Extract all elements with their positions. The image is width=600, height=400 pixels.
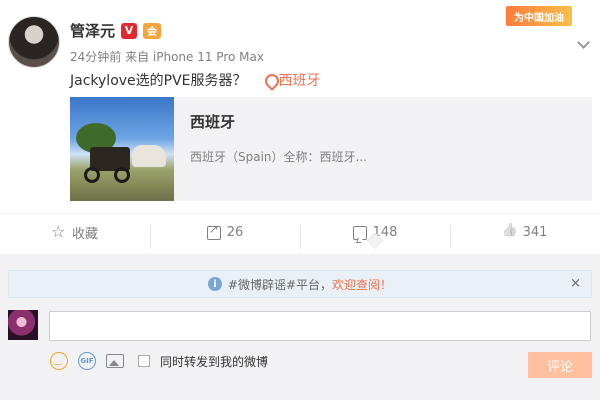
photo-horse (132, 145, 166, 167)
location-label: 西班牙 (278, 73, 321, 89)
close-icon[interactable]: × (570, 276, 581, 291)
author-name[interactable]: 管泽元 (70, 20, 115, 41)
notice-text: #微博辟谣#平台， (227, 277, 333, 292)
post-text: Jackylove选的PVE服务器？ (70, 73, 247, 89)
pin-icon (265, 74, 275, 86)
share-icon (206, 222, 221, 240)
share-count: 26 (226, 225, 244, 240)
location-card[interactable]: 西班牙 西班牙（Spain）全称：西班牙... (70, 97, 592, 201)
card-title: 西班牙 (190, 113, 236, 131)
rumor-notice: i #微博辟谣#平台， 欢迎查阅！ × (8, 270, 592, 298)
like-count: 341 (522, 225, 548, 240)
promo-badge[interactable]: 为中国加油 (504, 4, 574, 28)
like-icon (503, 226, 517, 240)
comment-tools: GIF 同时转发到我的微博 (50, 352, 268, 370)
forward-label: 同时转发到我的微博 (160, 354, 269, 369)
verified-badge[interactable]: V (121, 22, 138, 39)
author-row: 管泽元 V 会 (70, 20, 162, 41)
comment-area: i #微博辟谣#平台， 欢迎查阅！ × GIF 同时转发到我的微博 评论 (0, 254, 600, 400)
comment-icon (352, 225, 367, 240)
info-icon: i (207, 277, 222, 291)
emoji-icon[interactable] (50, 352, 68, 370)
member-badge[interactable]: 会 (143, 22, 162, 39)
current-user-avatar[interactable] (8, 310, 38, 340)
chevron-down-icon[interactable] (577, 36, 590, 49)
post-body: Jackylove选的PVE服务器？ 西班牙 (70, 70, 321, 90)
favorite-button[interactable]: 收藏 (0, 222, 150, 243)
comment-input[interactable] (49, 311, 591, 341)
photo-wheel (114, 167, 130, 183)
author-avatar[interactable] (8, 16, 60, 68)
comment-button[interactable]: 148 (300, 225, 450, 250)
submit-comment-button[interactable]: 评论 (528, 352, 592, 378)
forward-checkbox[interactable] (138, 355, 150, 367)
favorite-label: 收藏 (71, 227, 98, 242)
card-body: 西班牙 西班牙（Spain）全称：西班牙... (174, 97, 367, 201)
share-button[interactable]: 26 (150, 222, 300, 249)
notice-link[interactable]: 欢迎查阅！ (332, 276, 392, 293)
star-icon (51, 222, 66, 241)
action-bar: 收藏 26 148 341 (0, 213, 600, 251)
like-button[interactable]: 341 (450, 225, 600, 249)
location-photo (70, 97, 174, 201)
gif-icon[interactable]: GIF (78, 352, 96, 370)
location-link[interactable]: 西班牙 (265, 70, 321, 90)
image-icon[interactable] (106, 354, 124, 368)
card-description: 西班牙（Spain）全称：西班牙... (190, 150, 367, 164)
post-meta: 24分钟前 来自 iPhone 11 Pro Max (70, 50, 264, 64)
photo-wheel (84, 167, 100, 183)
